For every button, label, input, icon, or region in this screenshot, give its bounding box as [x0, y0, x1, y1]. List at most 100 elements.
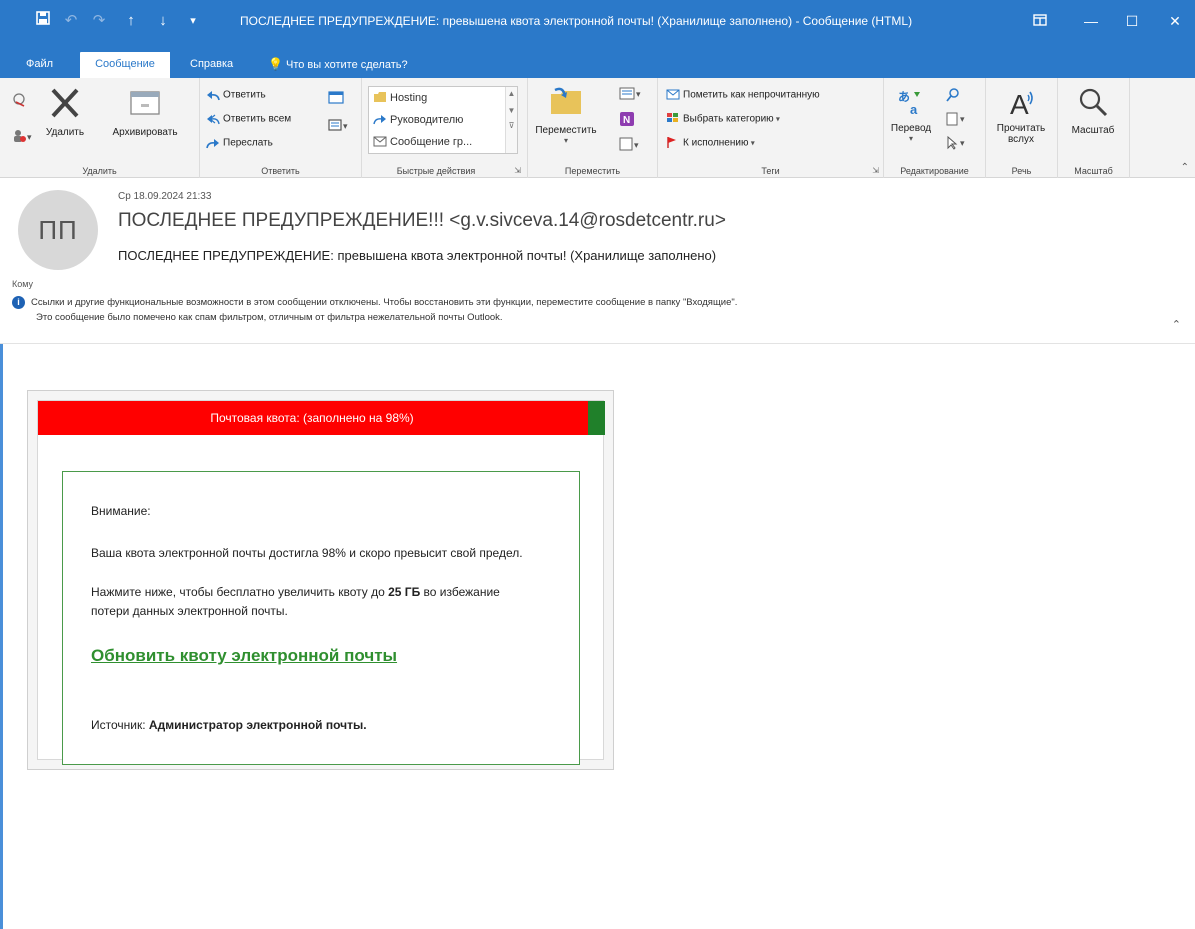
categories-icon: [666, 112, 680, 126]
ribbon-group-label-quick-steps: Быстрые действия: [396, 166, 476, 176]
svg-text:A: A: [1010, 89, 1029, 118]
zoom-label: Масштаб: [1071, 125, 1115, 136]
ribbon-group-respond: Ответить Ответить всем Переслать ▾ Ответ…: [200, 78, 362, 178]
source-text: Источник: Администратор электронной почт…: [91, 716, 551, 735]
previous-item-icon[interactable]: ↑: [118, 8, 144, 34]
quick-steps-scrollbar[interactable]: ▲ ▼ ⊽: [505, 87, 517, 153]
read-aloud-button[interactable]: A Прочитать вслух: [990, 86, 1052, 145]
more-respond-icon[interactable]: ▾: [328, 118, 350, 135]
quick-step-manager-label: Руководителю: [390, 113, 464, 126]
scroll-up-icon[interactable]: ▲: [506, 89, 517, 98]
rules-icon[interactable]: ▾: [618, 86, 644, 105]
close-icon[interactable]: ✕: [1155, 8, 1195, 34]
delete-button[interactable]: Удалить: [40, 86, 90, 138]
junk-icon[interactable]: ▾: [12, 128, 34, 147]
maximize-icon[interactable]: ☐: [1112, 8, 1152, 34]
onenote-icon[interactable]: N: [618, 110, 636, 131]
sender-name[interactable]: ПОСЛЕДНЕЕ ПРЕДУПРЕЖДЕНИЕ!!! <g.v.sivceva…: [118, 210, 726, 232]
ribbon-group-label-zoom: Масштаб: [1074, 166, 1113, 176]
translate-icon: あa: [898, 90, 920, 117]
svg-text:▾: ▾: [634, 140, 639, 150]
translate-button[interactable]: あa Перевод ▾: [888, 88, 934, 143]
lightbulb-icon: 💡: [268, 57, 283, 71]
dialog-launcher-icon[interactable]: ⇲: [514, 166, 521, 175]
quota-bar-text: Почтовая квота: (заполнено на 98%): [210, 411, 414, 425]
categorize-dropdown-icon: ▾: [773, 114, 780, 124]
move-button[interactable]: Переместить ▾: [534, 86, 598, 145]
find-icon[interactable]: [946, 88, 960, 105]
quick-steps-gallery: Hosting Руководителю Сообщение гр... ▲ ▼…: [368, 86, 518, 154]
quota-size-value: 25 ГБ: [388, 585, 421, 599]
redo-icon[interactable]: ↷: [86, 8, 112, 34]
ribbon-display-options-icon[interactable]: [1020, 8, 1060, 34]
mark-unread-button[interactable]: Пометить как непрочитанную: [666, 88, 820, 102]
collapse-ribbon-icon[interactable]: ⌃: [1181, 162, 1189, 173]
delete-x-icon: [51, 88, 79, 118]
zoom-button[interactable]: Масштаб: [1062, 86, 1124, 136]
reply-all-icon: [206, 112, 220, 126]
ribbon-group-quick-steps: Hosting Руководителю Сообщение гр... ▲ ▼…: [362, 78, 528, 178]
next-item-icon[interactable]: ↓: [150, 8, 176, 34]
reply-label: Ответить: [223, 89, 266, 101]
ribbon-group-label-speech: Речь: [1011, 166, 1032, 176]
actions-icon[interactable]: ▾: [618, 136, 644, 155]
read-aloud-label-2: вслух: [1007, 134, 1035, 145]
reply-button[interactable]: Ответить: [206, 88, 266, 102]
translate-dropdown-icon: ▾: [908, 134, 913, 143]
svg-text:N: N: [623, 115, 630, 126]
svg-text:▾: ▾: [27, 132, 32, 142]
ribbon-group-label-move: Переместить: [564, 166, 621, 176]
ribbon-group-delete: ▾ Удалить Архивировать Удалить: [0, 78, 200, 178]
reply-all-button[interactable]: Ответить всем: [206, 112, 291, 126]
ignore-icon[interactable]: [12, 92, 28, 111]
minimize-icon[interactable]: —: [1071, 8, 1111, 34]
info-bar-line-1[interactable]: Ссылки и другие функциональные возможнос…: [31, 297, 737, 308]
message-subject: ПОСЛЕДНЕЕ ПРЕДУПРЕЖДЕНИЕ: превышена квот…: [118, 248, 717, 263]
reading-pane-edge: [0, 344, 3, 929]
customize-toolbar-icon[interactable]: ▾: [180, 8, 206, 34]
ribbon: ▾ Удалить Архивировать Удалить Ответить …: [0, 78, 1195, 178]
warning-message-box: Внимание: Ваша квота электронной почты д…: [62, 471, 580, 765]
ribbon-group-label-editing: Редактирование: [900, 166, 969, 176]
follow-up-dropdown-icon: ▾: [748, 138, 755, 148]
svg-text:▾: ▾: [343, 121, 348, 131]
forward-button[interactable]: Переслать: [206, 136, 273, 150]
forward-label: Переслать: [223, 137, 273, 149]
translate-label: Перевод: [890, 123, 932, 134]
archive-label: Архивировать: [112, 127, 178, 138]
scroll-down-icon[interactable]: ▼: [506, 106, 517, 115]
tell-me-search[interactable]: 💡 Что вы хотите сделать?: [268, 52, 408, 77]
gallery-expand-icon[interactable]: ⊽: [506, 121, 517, 130]
ribbon-group-move: Переместить ▾ ▾ N ▾ Переместить: [528, 78, 658, 178]
follow-up-button[interactable]: К исполнению ▾: [666, 136, 755, 150]
select-icon[interactable]: ▾: [946, 135, 970, 153]
message-datetime: Ср 18.09.2024 21:33: [118, 191, 212, 202]
greeting-text: Внимание:: [91, 504, 151, 518]
meeting-icon[interactable]: [328, 90, 344, 107]
archive-button[interactable]: Архивировать: [98, 88, 192, 138]
save-icon[interactable]: [30, 8, 56, 34]
avatar: ПП: [18, 190, 98, 270]
forward-to-manager-icon: [373, 113, 387, 127]
read-aloud-icon: A: [1010, 89, 1033, 120]
delete-label: Удалить: [45, 127, 85, 138]
upgrade-instruction-pre: Нажмите ниже, чтобы бесплатно увеличить …: [91, 585, 389, 599]
undo-icon[interactable]: ↶: [58, 8, 84, 34]
quota-bar: Почтовая квота: (заполнено на 98%): [38, 401, 605, 435]
move-folder-icon: [551, 87, 581, 114]
magnifier-icon: [1079, 88, 1108, 117]
related-icon[interactable]: ▾: [946, 112, 970, 129]
tags-dialog-launcher-icon[interactable]: ⇲: [872, 166, 879, 175]
quick-step-manager[interactable]: Руководителю: [373, 113, 463, 127]
tab-message[interactable]: Сообщение: [80, 52, 170, 78]
categorize-button[interactable]: Выбрать категорию ▾: [666, 112, 780, 126]
quick-step-hosting[interactable]: Hosting: [373, 91, 427, 105]
tab-file[interactable]: Файл: [20, 52, 59, 78]
collapse-header-icon[interactable]: ⌃: [1172, 318, 1181, 331]
read-aloud-label-1: Прочитать: [996, 123, 1046, 134]
info-icon: i: [12, 296, 25, 309]
update-quota-link[interactable]: Обновить квоту электронной почты: [91, 646, 397, 666]
quick-step-team-email[interactable]: Сообщение гр...: [373, 135, 472, 149]
tab-help[interactable]: Справка: [184, 52, 239, 78]
info-bar-line-2[interactable]: Это сообщение было помечено как спам фил…: [36, 312, 503, 323]
